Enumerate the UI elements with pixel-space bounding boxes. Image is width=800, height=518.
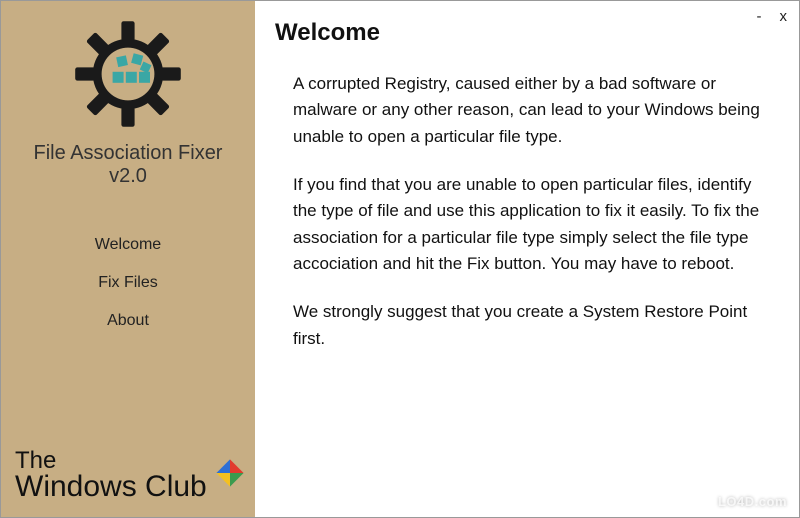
brand-line2: Windows Club <box>15 473 207 502</box>
nav-item-about[interactable]: About <box>107 312 149 330</box>
app-window: File Association Fixer v2.0 Welcome Fix … <box>0 0 800 518</box>
nav-item-fix-files[interactable]: Fix Files <box>98 274 158 292</box>
app-version: v2.0 <box>109 165 147 188</box>
sidebar-nav: Welcome Fix Files About <box>95 236 161 330</box>
brand-footer: The Windows Club <box>15 450 247 501</box>
paragraph-2: If you find that you are unable to open … <box>293 172 763 277</box>
app-name: File Association Fixer <box>34 142 223 165</box>
close-button[interactable]: x <box>780 9 788 24</box>
brand-text: The Windows Club <box>15 450 207 501</box>
sidebar: File Association Fixer v2.0 Welcome Fix … <box>1 1 255 517</box>
content-panel: - x Welcome A corrupted Registry, caused… <box>255 1 799 517</box>
paragraph-3: We strongly suggest that you create a Sy… <box>293 299 763 352</box>
titlebar-controls: - x <box>757 9 788 24</box>
minimize-button[interactable]: - <box>757 9 762 24</box>
nav-item-welcome[interactable]: Welcome <box>95 236 161 254</box>
page-heading: Welcome <box>275 19 773 47</box>
app-gear-icon <box>73 19 183 134</box>
body-text: A corrupted Registry, caused either by a… <box>275 71 773 352</box>
windows-flag-icon <box>213 456 247 495</box>
paragraph-1: A corrupted Registry, caused either by a… <box>293 71 763 150</box>
watermark: LO4D.com <box>718 494 787 509</box>
